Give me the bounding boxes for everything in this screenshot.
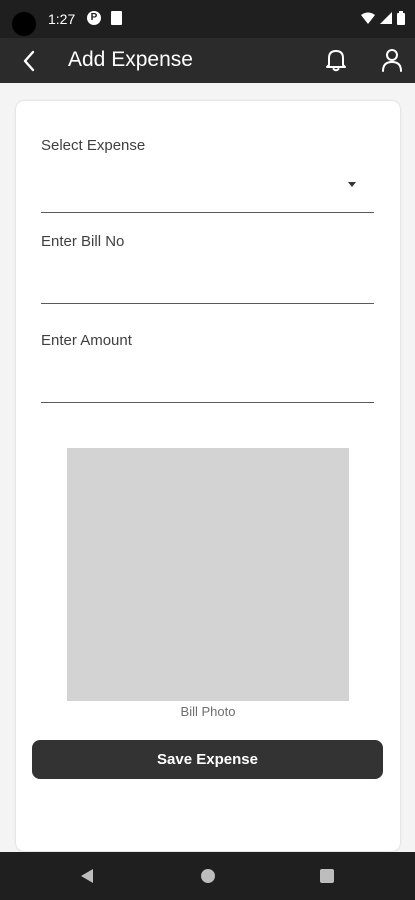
profile-button[interactable] xyxy=(376,44,408,76)
chevron-left-icon xyxy=(23,50,35,72)
notifications-button[interactable] xyxy=(320,44,352,76)
notification-icon: P xyxy=(87,11,101,25)
system-nav-bar xyxy=(0,852,415,900)
bell-icon xyxy=(326,50,346,72)
status-time: 1:27 xyxy=(48,11,76,27)
camera-cutout xyxy=(12,12,36,36)
select-expense-label: Select Expense xyxy=(41,137,146,154)
nav-recents-icon[interactable] xyxy=(320,869,334,883)
dropdown-arrow-icon[interactable] xyxy=(348,182,356,187)
app-bar: Add Expense xyxy=(0,38,415,83)
sd-card-icon xyxy=(111,11,122,25)
select-expense-dropdown[interactable] xyxy=(41,169,341,199)
nav-back-icon[interactable] xyxy=(80,868,94,884)
bill-no-field[interactable]: Enter Bill No xyxy=(41,233,374,305)
bill-no-input[interactable] xyxy=(41,269,341,299)
amount-field[interactable]: Enter Amount xyxy=(41,332,374,404)
expense-form-card: Select Expense Enter Bill No Enter Amoun… xyxy=(16,101,400,851)
bill-photo-placeholder[interactable] xyxy=(67,448,349,701)
nav-home-icon[interactable] xyxy=(201,869,215,883)
signal-icon xyxy=(380,12,392,24)
content-area: Select Expense Enter Bill No Enter Amoun… xyxy=(0,83,415,852)
bill-no-underline xyxy=(41,303,374,304)
amount-input[interactable] xyxy=(41,368,341,398)
save-expense-button[interactable]: Save Expense xyxy=(32,740,383,779)
status-bar: 1:27 P xyxy=(0,0,415,38)
amount-underline xyxy=(41,402,374,403)
amount-label: Enter Amount xyxy=(41,332,132,349)
battery-icon xyxy=(397,11,405,25)
select-expense-underline xyxy=(41,212,374,213)
status-icons xyxy=(361,11,405,25)
bill-photo-caption: Bill Photo xyxy=(180,704,236,719)
wifi-icon xyxy=(361,12,375,24)
user-icon xyxy=(382,49,402,72)
back-button[interactable] xyxy=(14,46,44,76)
bill-no-label: Enter Bill No xyxy=(41,233,125,250)
select-expense-field[interactable]: Select Expense xyxy=(41,137,374,213)
page-title: Add Expense xyxy=(68,48,193,71)
